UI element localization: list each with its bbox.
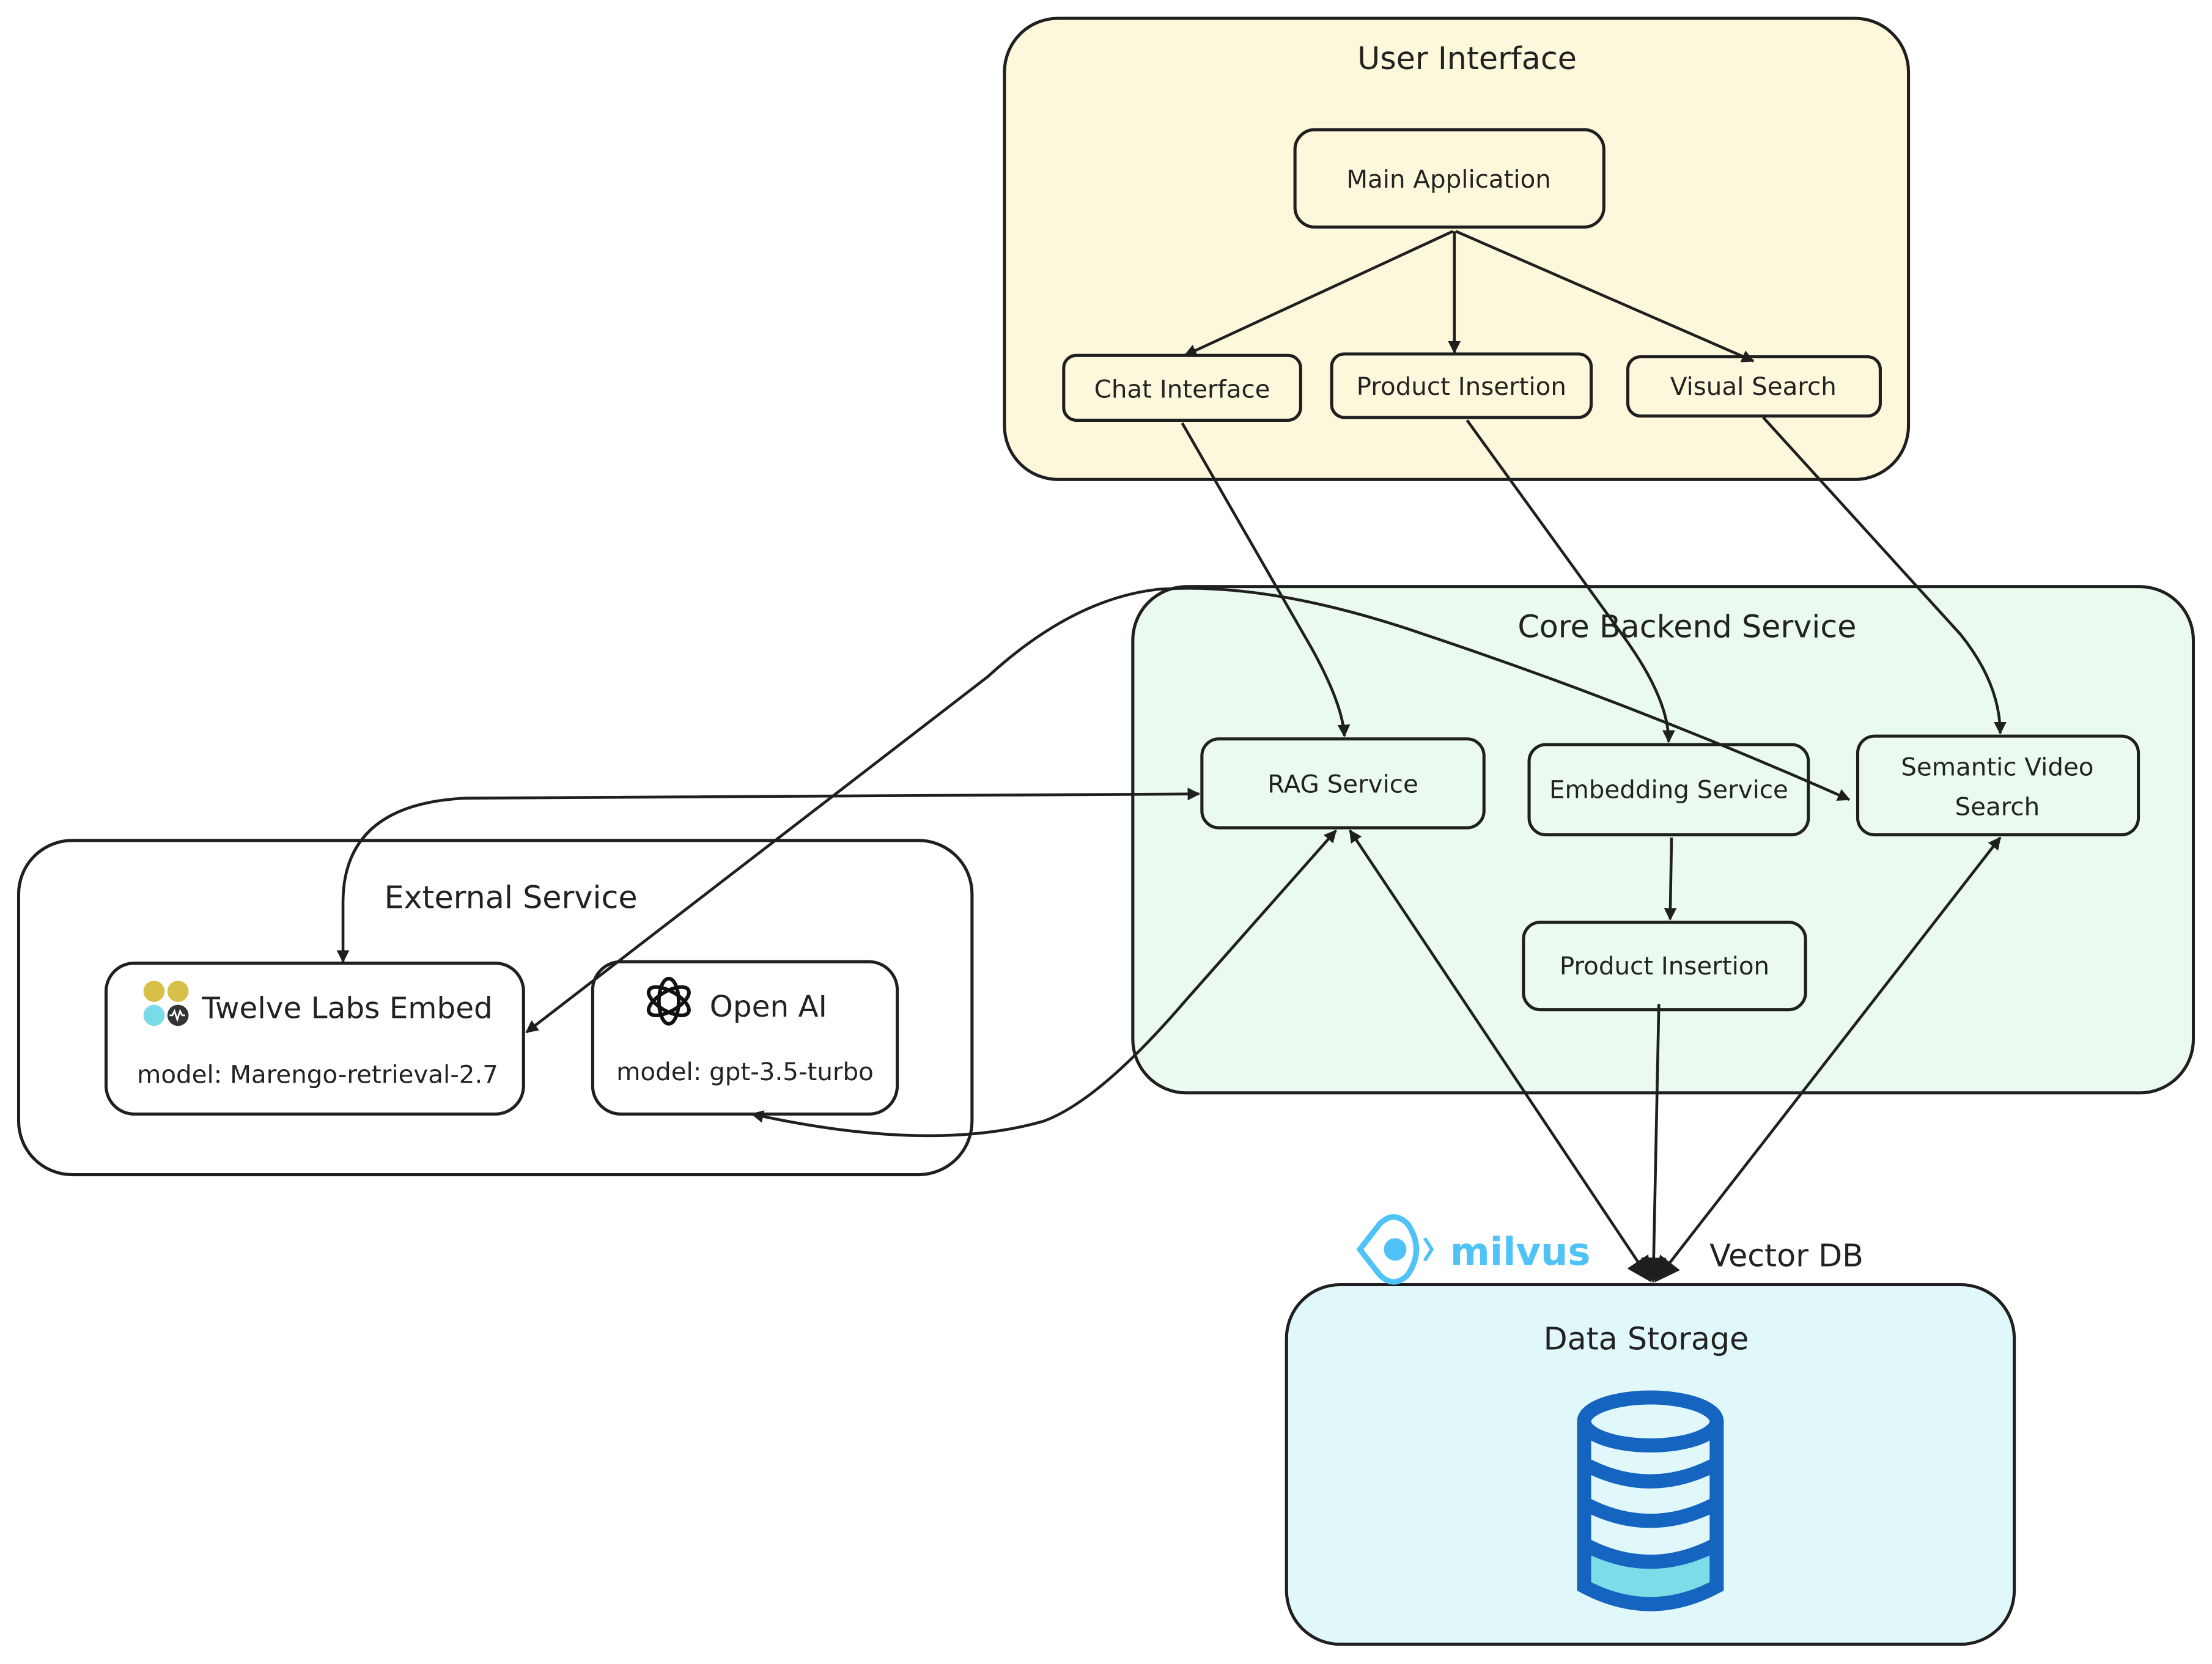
- vector-db-label: Vector DB: [1709, 1237, 1864, 1273]
- architecture-diagram: User Interface Core Backend Service Exte…: [17, 17, 2195, 1646]
- group-user-interface: [1003, 17, 1911, 481]
- node-rag-service-label: RAG Service: [1267, 770, 1418, 798]
- node-visual-search-label: Visual Search: [1670, 372, 1837, 401]
- group-core-backend: [1131, 585, 2195, 1095]
- milvus-logo-icon: [1356, 1214, 1434, 1285]
- group-title-external: External Service: [384, 880, 637, 916]
- openai-model: model: gpt-3.5-turbo: [616, 1058, 874, 1086]
- openai-title: Open AI: [710, 990, 827, 1024]
- node-product-insertion-core-label: Product Insertion: [1560, 952, 1769, 981]
- twelve-labs-model: model: Marengo-retrieval-2.7: [137, 1061, 498, 1089]
- edge-embedding-to-product: [1664, 838, 1677, 921]
- group-title-core: Core Backend Service: [1517, 609, 1856, 645]
- node-embedding-service-label: Embedding Service: [1549, 776, 1788, 804]
- twelve-labs-title: Twelve Labs Embed: [201, 991, 492, 1025]
- node-chat-interface-label: Chat Interface: [1094, 375, 1270, 404]
- milvus-logo-text: milvus: [1450, 1229, 1591, 1274]
- node-main-application-label: Main Application: [1346, 165, 1551, 194]
- group-title-ui: User Interface: [1357, 40, 1577, 76]
- node-semantic-label-1: Semantic Video: [1901, 753, 2093, 782]
- group-title-storage: Data Storage: [1544, 1321, 1749, 1357]
- node-semantic-label-2: Search: [1955, 792, 2040, 821]
- node-product-insertion-ui-label: Product Insertion: [1357, 372, 1566, 401]
